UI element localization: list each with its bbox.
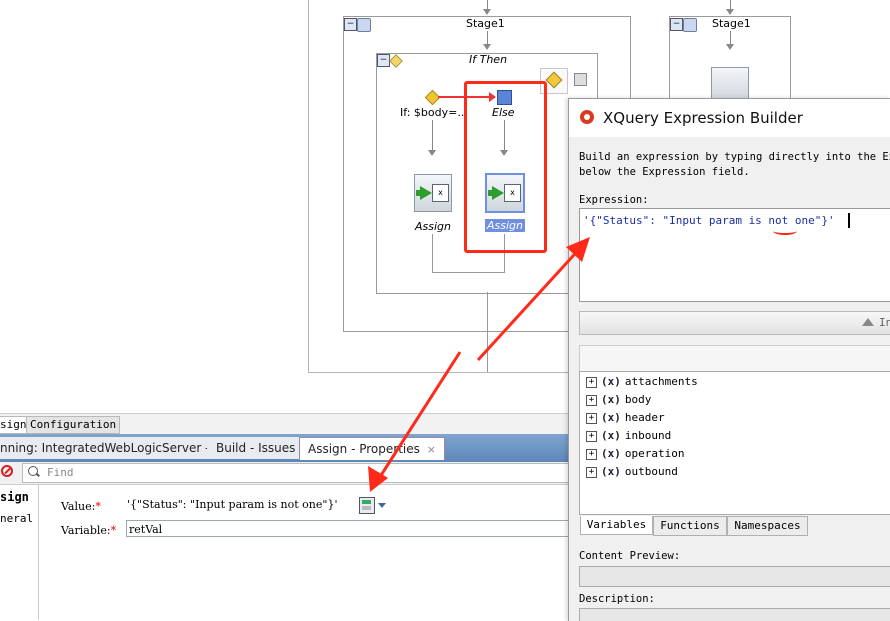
annotation-arrow-to-value — [376, 351, 462, 481]
annotation-arrow-to-dialog — [476, 243, 585, 362]
annotation-arrows — [368, 237, 590, 492]
